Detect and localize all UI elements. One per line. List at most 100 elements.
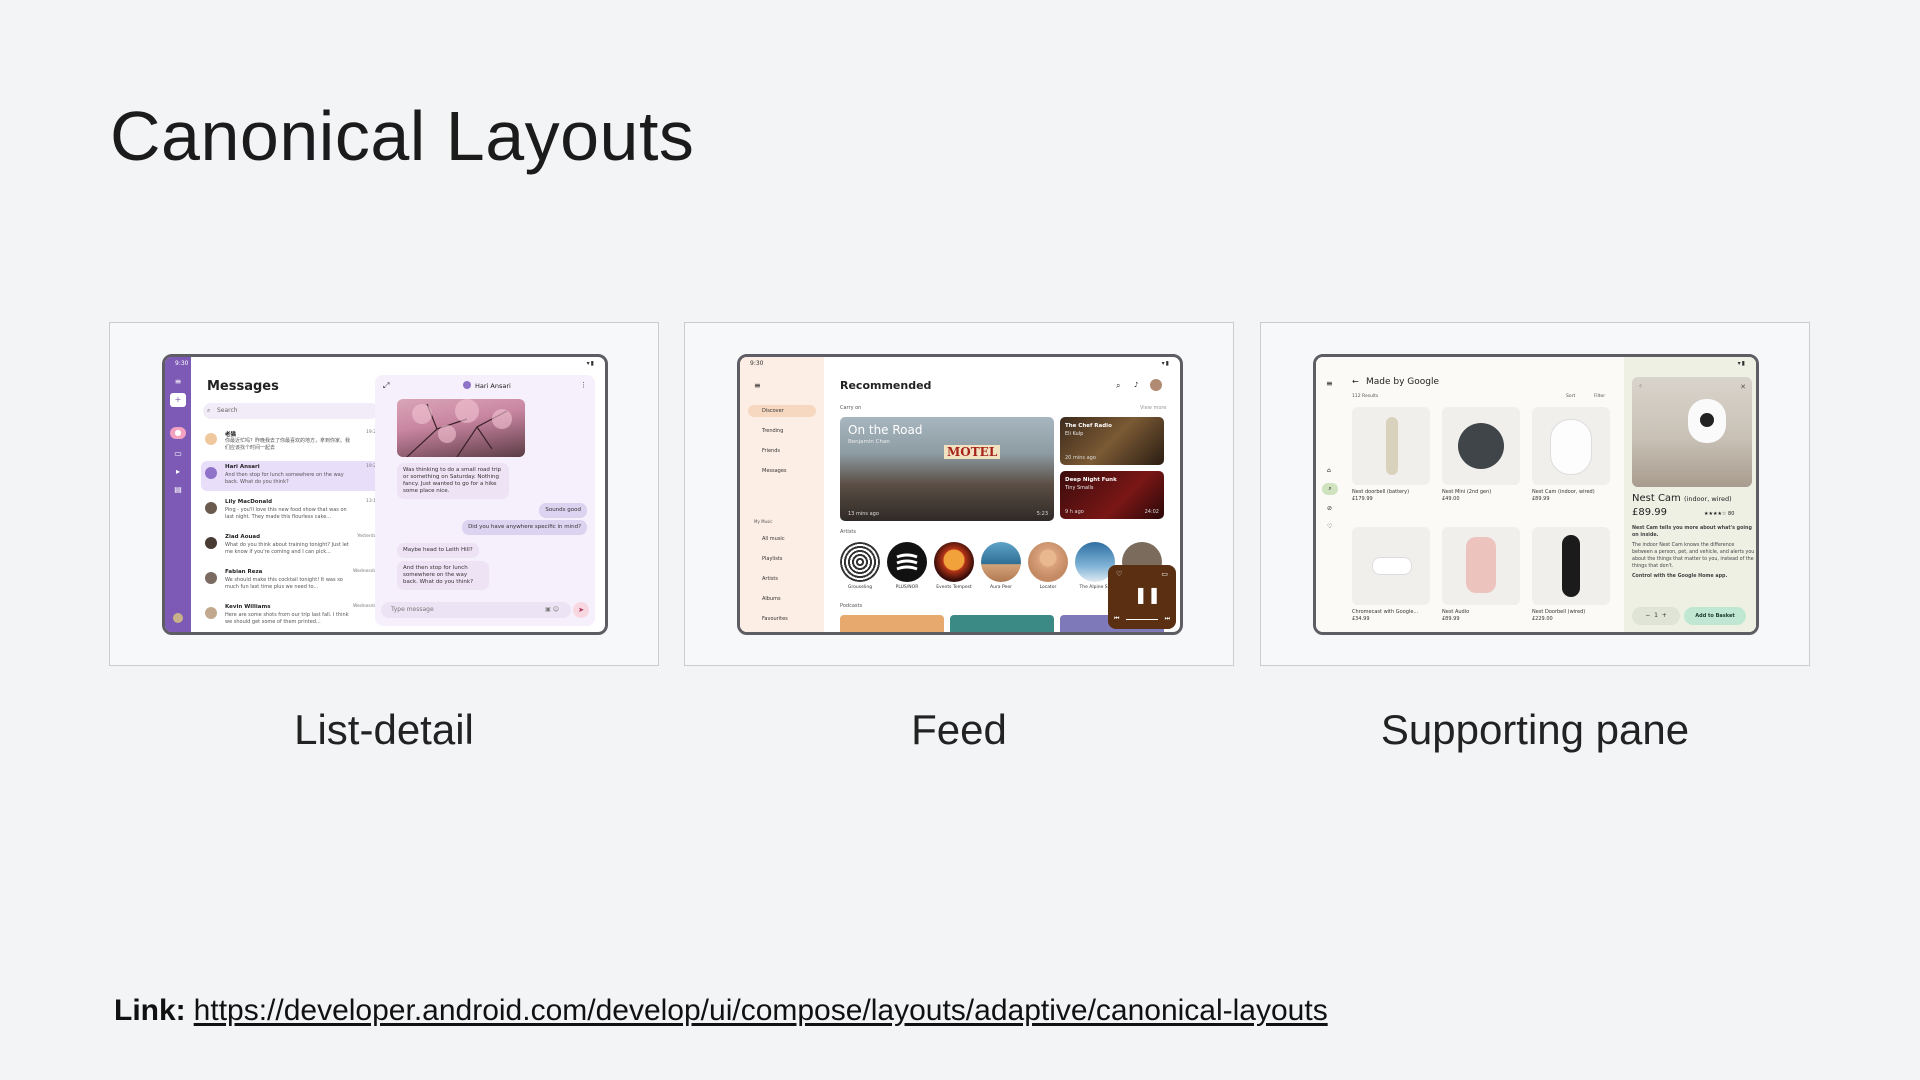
- messages-title: Messages: [207, 379, 279, 394]
- artist-avatar[interactable]: [934, 542, 974, 582]
- close-icon[interactable]: ✕: [1740, 383, 1746, 391]
- caption-list-detail: List-detail: [294, 706, 474, 753]
- heart-icon[interactable]: ♡: [1327, 523, 1332, 530]
- menu-icon[interactable]: ≡: [754, 381, 761, 390]
- podcast-card[interactable]: [840, 615, 944, 632]
- quantity-stepper[interactable]: − 1 +: [1632, 607, 1680, 625]
- product-card[interactable]: [1442, 407, 1520, 485]
- podcast-card[interactable]: [950, 615, 1054, 632]
- artist-avatar[interactable]: [887, 542, 927, 582]
- conversation-preview: And then stop for lunch somewhere on the…: [225, 472, 344, 485]
- search-input[interactable]: ⌕ Search: [203, 403, 379, 419]
- message-bubble-incoming: Maybe head to Leith Hill?: [397, 543, 479, 558]
- sort-button[interactable]: Sort: [1566, 394, 1575, 399]
- attach-icon[interactable]: ▣ ☺: [545, 602, 559, 618]
- inbox-icon[interactable]: ▭: [170, 449, 186, 459]
- mini-player[interactable]: ♡ ▭ ❚❚ ⏮ ⏭: [1108, 565, 1176, 629]
- side-card[interactable]: The Chef Radio Eli Kulp 20 mins ago: [1060, 417, 1164, 465]
- nav-item-discover[interactable]: Discover: [748, 405, 816, 417]
- nav-item-friends[interactable]: Friends: [748, 445, 816, 457]
- nav-item-messages[interactable]: Messages: [748, 465, 816, 477]
- hero-card[interactable]: On the Road Benjamin Chan MOTEL 13 mins …: [840, 417, 1054, 521]
- product-name: Chromecast with Google...: [1352, 609, 1419, 615]
- nav-item-trending[interactable]: Trending: [748, 425, 816, 437]
- home-icon[interactable]: ⌂: [1327, 467, 1331, 474]
- product-card[interactable]: [1442, 527, 1520, 605]
- conversation-item[interactable]: Ziad Aouad Yesterday What do you think a…: [201, 531, 385, 561]
- product-price: £34.99: [1352, 616, 1370, 622]
- feed-device: ≡ Discover Trending Friends Messages My …: [737, 354, 1183, 635]
- conversation-item[interactable]: Kevin Williams Wednesday Here are some s…: [201, 601, 385, 631]
- avatar: [205, 572, 217, 584]
- canonical-layouts-link[interactable]: https://developer.android.com/develop/ui…: [194, 994, 1328, 1027]
- expand-icon[interactable]: ⁘: [1638, 383, 1643, 390]
- shared-photo[interactable]: [397, 399, 525, 457]
- conversation-name: Fabian Reza: [225, 569, 263, 575]
- back-arrow-icon[interactable]: ←: [1352, 377, 1359, 386]
- product-name: Nest Doorbell (wired): [1532, 609, 1586, 615]
- feed-card[interactable]: ≡ Discover Trending Friends Messages My …: [684, 322, 1234, 666]
- pause-icon[interactable]: ❚❚: [1134, 585, 1161, 604]
- product-card[interactable]: [1352, 407, 1430, 485]
- expand-icon[interactable]: ⤢: [383, 381, 389, 391]
- detail-header: ⤢ Hari Ansari ⋮: [375, 375, 595, 397]
- product-hero-image[interactable]: ⁘ ✕: [1632, 377, 1752, 487]
- product-card[interactable]: [1532, 527, 1610, 605]
- search-icon[interactable]: ⌕: [1116, 381, 1120, 391]
- artist-avatar[interactable]: [840, 542, 880, 582]
- nav-item-all-music[interactable]: All music: [748, 533, 816, 545]
- search-icon: ⌕: [207, 407, 211, 414]
- chat-icon[interactable]: ●: [170, 427, 186, 439]
- nest-cam-image: [1688, 399, 1726, 443]
- contact-avatar: [463, 381, 471, 389]
- conversation-item[interactable]: Fabian Reza Wednesday We should make thi…: [201, 566, 385, 596]
- view-more-link[interactable]: View more: [1140, 405, 1166, 411]
- conversation-item[interactable]: Lily MacDonald 13:14 Ping - you'll love …: [201, 496, 385, 526]
- add-to-basket-button[interactable]: Add to Basket: [1684, 607, 1746, 625]
- product-card[interactable]: [1532, 407, 1610, 485]
- side-card-title: Deep Night Funk: [1065, 477, 1117, 483]
- side-card-duration: 24:02: [1144, 509, 1159, 515]
- more-icon[interactable]: ⋮: [580, 381, 587, 389]
- conversation-item[interactable]: 老猫 19:27 你最近忙吗？昨晚我去了你最喜欢的地方，拿到你家。我们应该找个时…: [201, 427, 385, 457]
- artist-avatar[interactable]: [1028, 542, 1068, 582]
- nav-item-playlists[interactable]: Playlists: [748, 553, 816, 565]
- next-icon[interactable]: ⏭: [1165, 615, 1170, 623]
- list-detail-card[interactable]: ≡ + ● ▭ ▸ ▤ 9:30 ▾▮ Messages ⌕ Search 老猫…: [109, 322, 659, 666]
- nav-item-artists[interactable]: Artists: [748, 573, 816, 585]
- conversation-list: Messages ⌕ Search 老猫 19:27 你最近忙吗？昨晚我去了你最…: [191, 357, 391, 632]
- plus-icon[interactable]: +: [1662, 612, 1667, 619]
- detail-price: £89.99: [1632, 507, 1667, 518]
- filter-button[interactable]: Filter: [1594, 394, 1605, 399]
- store-title: Made by Google: [1366, 377, 1440, 387]
- compose-fab-icon[interactable]: +: [170, 393, 186, 407]
- status-indicators-icon: ▾▮: [1161, 360, 1170, 367]
- heart-icon[interactable]: ♡: [1116, 570, 1122, 578]
- profile-avatar[interactable]: [173, 613, 183, 623]
- conversation-item-selected[interactable]: Hari Ansari 19:20 And then stop for lunc…: [201, 461, 385, 491]
- progress-bar[interactable]: [1126, 619, 1158, 620]
- send-button[interactable]: ➤: [573, 602, 589, 618]
- previous-icon[interactable]: ⏮: [1114, 615, 1119, 623]
- nav-item-favourites[interactable]: Favourites: [748, 613, 816, 625]
- product-card[interactable]: [1352, 527, 1430, 605]
- message-input[interactable]: Type message ▣ ☺: [381, 602, 571, 618]
- artist-avatar[interactable]: [981, 542, 1021, 582]
- contacts-icon[interactable]: ▤: [170, 485, 186, 495]
- status-bar: 9:30 ▾▮: [740, 357, 1180, 371]
- side-card[interactable]: Deep Night Funk Tiny Smalls 9 h ago 24:0…: [1060, 471, 1164, 519]
- menu-icon[interactable]: ≡: [170, 377, 186, 387]
- cast-icon[interactable]: ▭: [1161, 570, 1168, 578]
- supporting-pane-card[interactable]: ≡ ⌂ ⌕ ⊘ ♡ ← Made by Google 112 Results S…: [1260, 322, 1810, 666]
- minus-icon[interactable]: −: [1645, 612, 1650, 619]
- status-time: 9:30: [750, 360, 764, 367]
- check-icon[interactable]: ⊘: [1327, 505, 1332, 512]
- search-icon[interactable]: ⌕: [1322, 483, 1338, 495]
- menu-icon[interactable]: ≡: [1326, 379, 1333, 388]
- notification-icon[interactable]: ♪: [1134, 381, 1138, 389]
- avatar: [205, 502, 217, 514]
- video-icon[interactable]: ▸: [170, 467, 186, 477]
- nav-item-albums[interactable]: Albums: [748, 593, 816, 605]
- cherry-blossom-image: [406, 399, 512, 457]
- profile-avatar[interactable]: [1150, 379, 1162, 391]
